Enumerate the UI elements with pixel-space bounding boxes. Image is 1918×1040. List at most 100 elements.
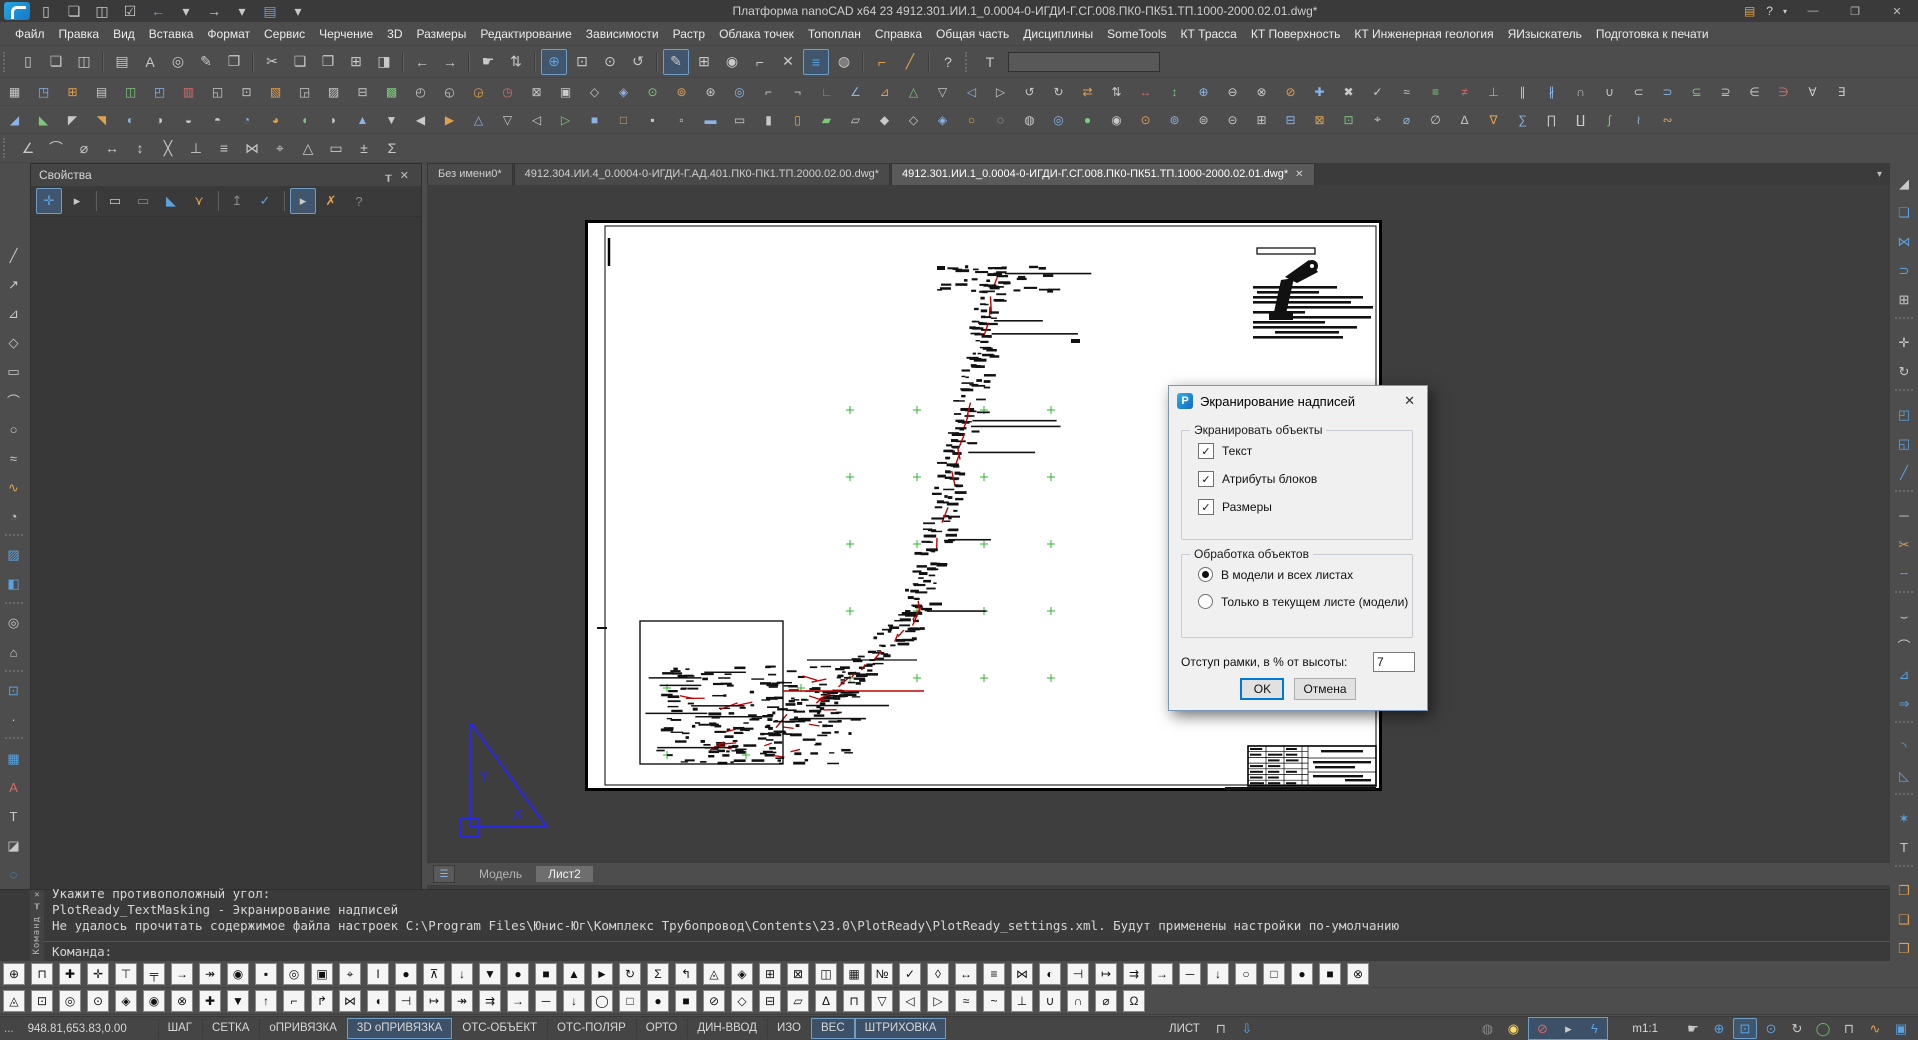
tool-icon[interactable]: ▷ xyxy=(554,108,577,131)
tool-icon[interactable]: Σ xyxy=(647,963,669,985)
scissors-icon[interactable]: ✂ xyxy=(1892,532,1917,557)
cursor-disabled-icon[interactable]: ⊘ xyxy=(1530,1018,1554,1039)
tool-icon[interactable]: ⊤ xyxy=(115,963,137,985)
tool-icon[interactable]: Ω xyxy=(1123,990,1145,1012)
tool-icon[interactable]: ↓ xyxy=(1207,963,1229,985)
select-add-icon[interactable]: ✛ xyxy=(36,188,62,214)
rect-tool-icon[interactable]: ▭ xyxy=(323,135,349,161)
tool-icon[interactable]: → xyxy=(1151,963,1173,985)
layout-tab-лист2[interactable]: Лист2 xyxy=(536,866,593,882)
tool-icon[interactable]: ◀ xyxy=(409,108,432,131)
tool-icon[interactable]: ∪ xyxy=(1039,990,1061,1012)
text-style-input[interactable] xyxy=(1008,52,1160,72)
tool-icon[interactable]: ∦ xyxy=(1540,80,1563,103)
menu-сервис[interactable]: Сервис xyxy=(257,22,312,46)
toolbar-grip[interactable] xyxy=(1895,490,1913,498)
tool-icon[interactable]: ↠ xyxy=(199,963,221,985)
tool-icon[interactable]: ▱ xyxy=(844,108,867,131)
zoom-realtime-icon[interactable]: ⇅ xyxy=(503,49,529,75)
tool-icon[interactable]: ▷ xyxy=(927,990,949,1012)
lamp-bright-icon[interactable]: ◉ xyxy=(1501,1018,1525,1039)
spline-view-icon[interactable]: ∿ xyxy=(1863,1018,1887,1039)
tool-icon[interactable]: ◎ xyxy=(59,990,81,1012)
tool-icon[interactable]: ∪ xyxy=(1598,80,1621,103)
wrench-icon[interactable]: ⌐ xyxy=(747,49,773,75)
tool-icon[interactable]: ⊙ xyxy=(87,990,109,1012)
help-dropdown-icon[interactable]: ▾ xyxy=(1778,7,1792,16)
menu-правка[interactable]: Правка xyxy=(52,22,107,46)
tool-icon[interactable]: ~ xyxy=(983,990,1005,1012)
tool-icon[interactable]: ∟ xyxy=(815,80,838,103)
checkbox-icon[interactable]: ✓ xyxy=(1198,471,1214,487)
tool-icon[interactable]: ● xyxy=(395,963,417,985)
tool-icon[interactable]: ⊠ xyxy=(787,963,809,985)
tool-icon[interactable]: □ xyxy=(1263,963,1285,985)
tool-icon[interactable]: ▪ xyxy=(641,108,664,131)
help-icon[interactable]: ? xyxy=(1761,4,1778,18)
arc-dim-icon[interactable]: ⌒ xyxy=(43,135,69,161)
line-icon[interactable]: ╱ xyxy=(1,243,26,268)
checkbox-icon[interactable]: ✓ xyxy=(1198,443,1214,459)
tool-icon[interactable]: ⊙ xyxy=(641,80,664,103)
tool-icon[interactable]: ↔ xyxy=(1134,80,1157,103)
document-tab[interactable]: Без имени0* xyxy=(427,163,513,185)
tool-icon[interactable]: ↻ xyxy=(619,963,641,985)
tool-icon[interactable]: ● xyxy=(1291,963,1313,985)
tool-icon[interactable]: ◢ xyxy=(3,108,26,131)
annotation-scale[interactable]: m1:1 xyxy=(1624,1023,1666,1035)
tool-icon[interactable]: ◇ xyxy=(731,990,753,1012)
delete-tool-icon[interactable]: ✕ xyxy=(775,49,801,75)
lengthen-icon[interactable]: ╱ xyxy=(1892,460,1917,485)
toolbar-grip[interactable] xyxy=(1895,721,1913,729)
tool-icon[interactable]: ◈ xyxy=(731,963,753,985)
hatch-icon[interactable]: ▨ xyxy=(1,543,26,568)
tool-icon[interactable]: ► xyxy=(591,963,613,985)
tool-icon[interactable]: ⊠ xyxy=(525,80,548,103)
toolbar-grip[interactable] xyxy=(1895,793,1913,801)
redo-icon[interactable]: → xyxy=(437,49,463,75)
tool-icon[interactable]: ╤ xyxy=(143,963,165,985)
toggle-штриховка[interactable]: ШТРИХОВКА xyxy=(855,1018,947,1039)
tool-icon[interactable]: ⌀ xyxy=(1095,990,1117,1012)
tool-icon[interactable]: ⊘ xyxy=(703,990,725,1012)
toolbar-grip[interactable] xyxy=(5,670,23,674)
restore-button[interactable]: ❐ xyxy=(1834,0,1876,22)
tool-icon[interactable]: ▽ xyxy=(931,80,954,103)
tool-icon[interactable]: ◗ xyxy=(322,108,345,131)
tool-icon[interactable]: ⊗ xyxy=(1250,80,1273,103)
tool-icon[interactable]: ◌ xyxy=(989,108,1012,131)
layer-paste-icon[interactable]: ❑ xyxy=(1892,907,1917,932)
toolbar-grip[interactable] xyxy=(1895,317,1913,325)
edit-pencil-icon[interactable]: ✎ xyxy=(663,49,689,75)
workspace-icon[interactable]: ▣ xyxy=(1889,1018,1913,1039)
view-3d-icon[interactable]: ◯ xyxy=(1811,1018,1835,1039)
tool-icon[interactable]: ◍ xyxy=(1018,108,1041,131)
tool-icon[interactable]: ⊟ xyxy=(351,80,374,103)
tool-icon[interactable]: ⊼ xyxy=(423,963,445,985)
zoom-previous-icon[interactable]: ↺ xyxy=(625,49,651,75)
tool-icon[interactable]: ↦ xyxy=(1095,963,1117,985)
array-icon[interactable]: ⊞ xyxy=(1892,287,1917,312)
toolbar-grip[interactable] xyxy=(3,52,11,72)
measure-icon[interactable]: ╱ xyxy=(897,49,923,75)
center-mark-icon[interactable]: ⌖ xyxy=(267,135,293,161)
tolerance-icon[interactable]: ± xyxy=(351,135,377,161)
tool-icon[interactable]: ↑ xyxy=(255,990,277,1012)
tool-icon[interactable]: ◵ xyxy=(438,80,461,103)
tool-icon[interactable]: ⋈ xyxy=(1011,963,1033,985)
checkbox-row[interactable]: ✓Размеры xyxy=(1198,499,1412,515)
tool-icon[interactable]: ◈ xyxy=(115,990,137,1012)
pline-nodes-icon[interactable]: ⊿ xyxy=(1,301,26,326)
cancel-button[interactable]: Отмена xyxy=(1294,678,1355,700)
tool-icon[interactable]: ▩ xyxy=(380,80,403,103)
toolbar-grip[interactable] xyxy=(5,534,23,538)
tool-icon[interactable]: ◇ xyxy=(902,108,925,131)
donut-icon[interactable]: ◎ xyxy=(1,611,26,636)
orbit-icon[interactable]: ↻ xyxy=(1785,1018,1809,1039)
radio-row[interactable]: Только в текущем листе (модели) xyxy=(1198,594,1412,609)
tool-icon[interactable]: ◁ xyxy=(525,108,548,131)
tool-icon[interactable]: ◔ xyxy=(235,108,258,131)
tool-icon[interactable]: ◎ xyxy=(1047,108,1070,131)
page-setup-icon[interactable]: ◎ xyxy=(165,49,191,75)
tool-icon[interactable]: ⌖ xyxy=(1366,108,1389,131)
